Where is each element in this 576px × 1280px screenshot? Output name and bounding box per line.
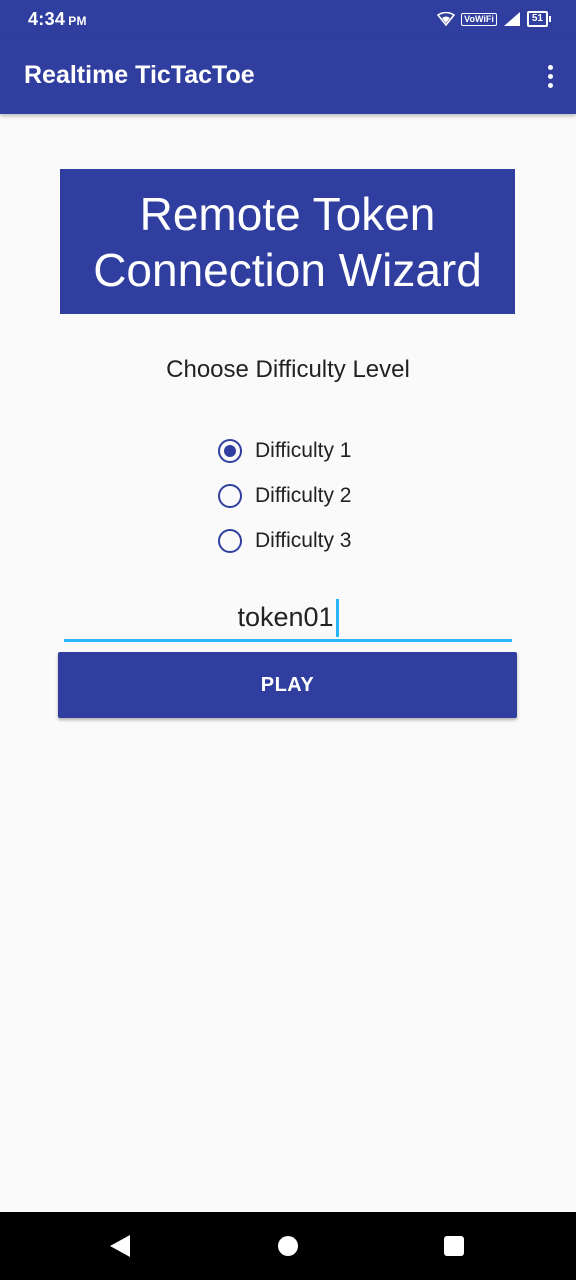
status-time: 4:34 PM	[28, 9, 87, 30]
home-circle-icon[interactable]	[278, 1236, 298, 1256]
banner-title: Remote Token Connection Wizard	[93, 187, 482, 296]
status-time-ampm: PM	[68, 14, 87, 28]
app-title: Realtime TicTacToe	[24, 61, 255, 89]
radio-difficulty-1[interactable]: Difficulty 1	[218, 428, 418, 473]
radio-label: Difficulty 2	[255, 483, 352, 507]
wizard-banner: Remote Token Connection Wizard	[60, 169, 515, 314]
back-triangle-icon[interactable]	[110, 1235, 130, 1257]
play-button[interactable]: PLAY	[58, 652, 517, 718]
status-icons: VoWiFi 51	[437, 10, 552, 28]
signal-icon	[503, 12, 520, 26]
recents-square-icon[interactable]	[444, 1236, 464, 1256]
battery-icon: 51	[526, 11, 552, 27]
overflow-dot	[547, 64, 553, 70]
status-bar: 4:34 PM VoWiFi 51	[0, 0, 576, 38]
radio-button-unchecked-icon[interactable]	[218, 483, 242, 508]
overflow-dot	[547, 82, 553, 88]
system-nav-bar	[0, 1212, 576, 1280]
more-vert-icon[interactable]	[544, 58, 556, 94]
difficulty-label: Choose Difficulty Level	[166, 356, 410, 383]
network-badge: VoWiFi	[461, 12, 497, 26]
token-input[interactable]: token01	[64, 596, 512, 642]
app-screen: 4:34 PM VoWiFi 51 Realtime TicTacToe Remo…	[0, 0, 576, 1280]
status-time-value: 4:34	[28, 9, 66, 29]
radio-label: Difficulty 3	[255, 528, 352, 552]
token-input-value: token01	[237, 602, 334, 632]
radio-difficulty-3[interactable]: Difficulty 3	[218, 518, 418, 563]
difficulty-radio-group: Difficulty 1 Difficulty 2 Difficulty 3	[218, 428, 418, 563]
radio-label: Difficulty 1	[255, 438, 352, 462]
overflow-dot	[547, 73, 553, 79]
text-cursor	[335, 598, 339, 637]
radio-button-unchecked-icon[interactable]	[218, 528, 242, 553]
radio-difficulty-2[interactable]: Difficulty 2	[218, 473, 418, 518]
app-bar: Realtime TicTacToe	[0, 38, 576, 114]
radio-button-checked-icon[interactable]	[218, 438, 242, 463]
hotspot-icon	[437, 12, 456, 26]
